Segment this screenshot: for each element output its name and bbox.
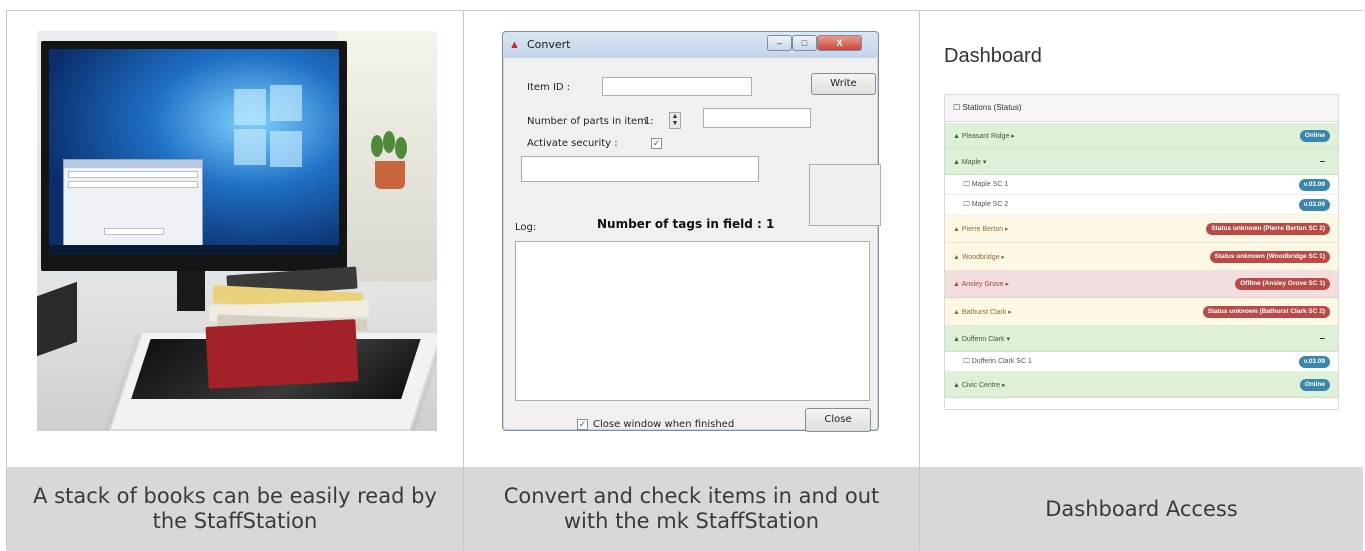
station-row[interactable]: ▲ Dufferin Clark ▾ – xyxy=(945,326,1338,352)
windows-logo-icon xyxy=(234,85,304,169)
stations-panel: ☐ Stations (Status) ▲ Pleasant Ridge ▸ On… xyxy=(944,94,1339,410)
item-id-label: Item ID : xyxy=(527,82,571,93)
station-name: ▲ Dufferin Clark ▾ xyxy=(953,335,1010,343)
status-badge: – xyxy=(1319,155,1325,167)
potted-plant xyxy=(367,131,412,191)
status-badge: Online xyxy=(1299,378,1330,391)
caption: Dashboard Access xyxy=(920,467,1363,551)
station-name: 🖵 Maple SC 1 xyxy=(963,180,1009,188)
dashboard-cell: Dashboard ☐ Stations (Status) ▲ Pleasant… xyxy=(920,11,1363,467)
status-badge: Status unknown (Bathurst Clark SC 2) xyxy=(1202,305,1330,318)
monitor xyxy=(41,41,347,271)
station-icon: ☐ xyxy=(953,103,963,112)
close-window-button[interactable]: X xyxy=(817,35,862,51)
status-indicator-box xyxy=(809,164,881,226)
station-name: ▲ Pierre Berton ▸ xyxy=(953,225,1009,233)
station-row[interactable]: ▲ Civic Centre ▸ Online xyxy=(945,372,1338,398)
status-badge: – xyxy=(1319,332,1325,344)
close-when-finished-label: Close window when finished xyxy=(593,419,735,430)
staffstation-app-window xyxy=(63,159,203,249)
status-badge: Online xyxy=(1299,129,1330,142)
station-name: ▲ Bathurst Clark ▸ xyxy=(953,308,1012,316)
feature-grid: A stack of books can be easily read by t… xyxy=(6,10,1363,551)
log-area[interactable] xyxy=(515,241,870,401)
tags-in-field-count: Number of tags in field : 1 xyxy=(597,217,775,231)
window-body: Item ID : Write Number of parts in item … xyxy=(509,58,881,432)
dashboard-view: Dashboard ☐ Stations (Status) ▲ Pleasant… xyxy=(944,31,1344,441)
station-name: 🖵 Dufferin Clark SC 1 xyxy=(963,357,1032,365)
panel-heading-label: Stations (Status) xyxy=(962,103,1022,112)
station-row[interactable]: ▲ Woodbridge ▸ Status unknown (Woodbridge… xyxy=(945,243,1338,271)
maximize-button[interactable]: □ xyxy=(792,35,817,51)
app-icon: ▲ xyxy=(509,39,520,51)
status-badge: Status unknown (Woodbridge SC 1) xyxy=(1209,250,1330,263)
status-badge: v.03.09 xyxy=(1298,178,1330,191)
station-name: ▲ Pleasant Ridge ▸ xyxy=(953,132,1015,140)
station-name: ▲ Civic Centre ▸ xyxy=(953,381,1006,389)
station-name: 🖵 Maple SC 2 xyxy=(963,200,1009,208)
station-name: ▲ Ansley Grove ▸ xyxy=(953,281,1009,288)
staffstation-photo-cell xyxy=(7,11,463,467)
status-badge: v.03.09 xyxy=(1298,355,1330,368)
station-row[interactable]: ▲ Bathurst Clark ▸ Status unknown (Bathur… xyxy=(945,298,1338,326)
convert-window-cell: ▲ Convert – □ X Item ID : Write Number o… xyxy=(464,11,919,467)
station-row[interactable]: ▲ Pierre Berton ▸ Status unknown (Pierre … xyxy=(945,215,1338,243)
red-book xyxy=(205,319,359,389)
station-row[interactable]: ▲ Maple ▾ – xyxy=(945,149,1338,175)
monitor-stand xyxy=(177,271,205,311)
window-titlebar[interactable]: ▲ Convert – □ X xyxy=(503,32,878,58)
status-badge: Status unknown (Pierre Berton SC 2) xyxy=(1206,222,1330,235)
parts-value[interactable]: 1 xyxy=(644,116,650,127)
station-subitem[interactable]: 🖵 Dufferin Clark SC 1 v.03.09 xyxy=(945,352,1338,372)
station-name: ▲ Maple ▾ xyxy=(953,158,987,166)
write-button[interactable]: Write xyxy=(811,73,876,95)
log-label: Log: xyxy=(515,222,537,233)
close-when-finished-checkbox[interactable]: ✓ xyxy=(577,419,588,430)
caption: Convert and check items in and out with … xyxy=(464,467,919,551)
window-title: Convert xyxy=(527,38,571,51)
station-row[interactable]: ▲ Ansley Grove ▸ Offline (Ansley Grove SC… xyxy=(945,271,1338,298)
taskbar xyxy=(49,245,339,255)
panel-heading: ☐ Stations (Status) xyxy=(945,95,1338,122)
convert-window: ▲ Convert – □ X Item ID : Write Number o… xyxy=(502,31,881,432)
station-row[interactable]: ▲ Pleasant Ridge ▸ Online xyxy=(945,123,1338,149)
parts-label: Number of parts in item : xyxy=(527,116,654,127)
parts-stepper[interactable]: ▲ ▼ xyxy=(669,112,681,129)
station-subitem[interactable]: 🖵 Maple SC 1 v.03.09 xyxy=(945,175,1338,195)
staffstation-photo xyxy=(37,31,437,431)
station-name: ▲ Woodbridge ▸ xyxy=(953,253,1005,261)
item-id-input[interactable] xyxy=(602,77,752,96)
activate-security-label: Activate security : xyxy=(527,138,618,149)
monitor-screen xyxy=(49,49,339,255)
parts-status-field xyxy=(703,108,811,128)
activate-security-checkbox[interactable]: ✓ xyxy=(651,138,662,149)
status-badge: Offline (Ansley Grove SC 1) xyxy=(1235,278,1330,290)
message-field xyxy=(521,156,759,182)
station-subitem[interactable]: 🖵 Maple SC 2 v.03.09 xyxy=(945,195,1338,215)
status-badge: v.03.09 xyxy=(1298,198,1330,211)
dashboard-title: Dashboard xyxy=(944,45,1042,67)
caption: A stack of books can be easily read by t… xyxy=(7,467,463,551)
minimize-button[interactable]: – xyxy=(767,35,792,51)
close-button[interactable]: Close xyxy=(805,408,871,432)
